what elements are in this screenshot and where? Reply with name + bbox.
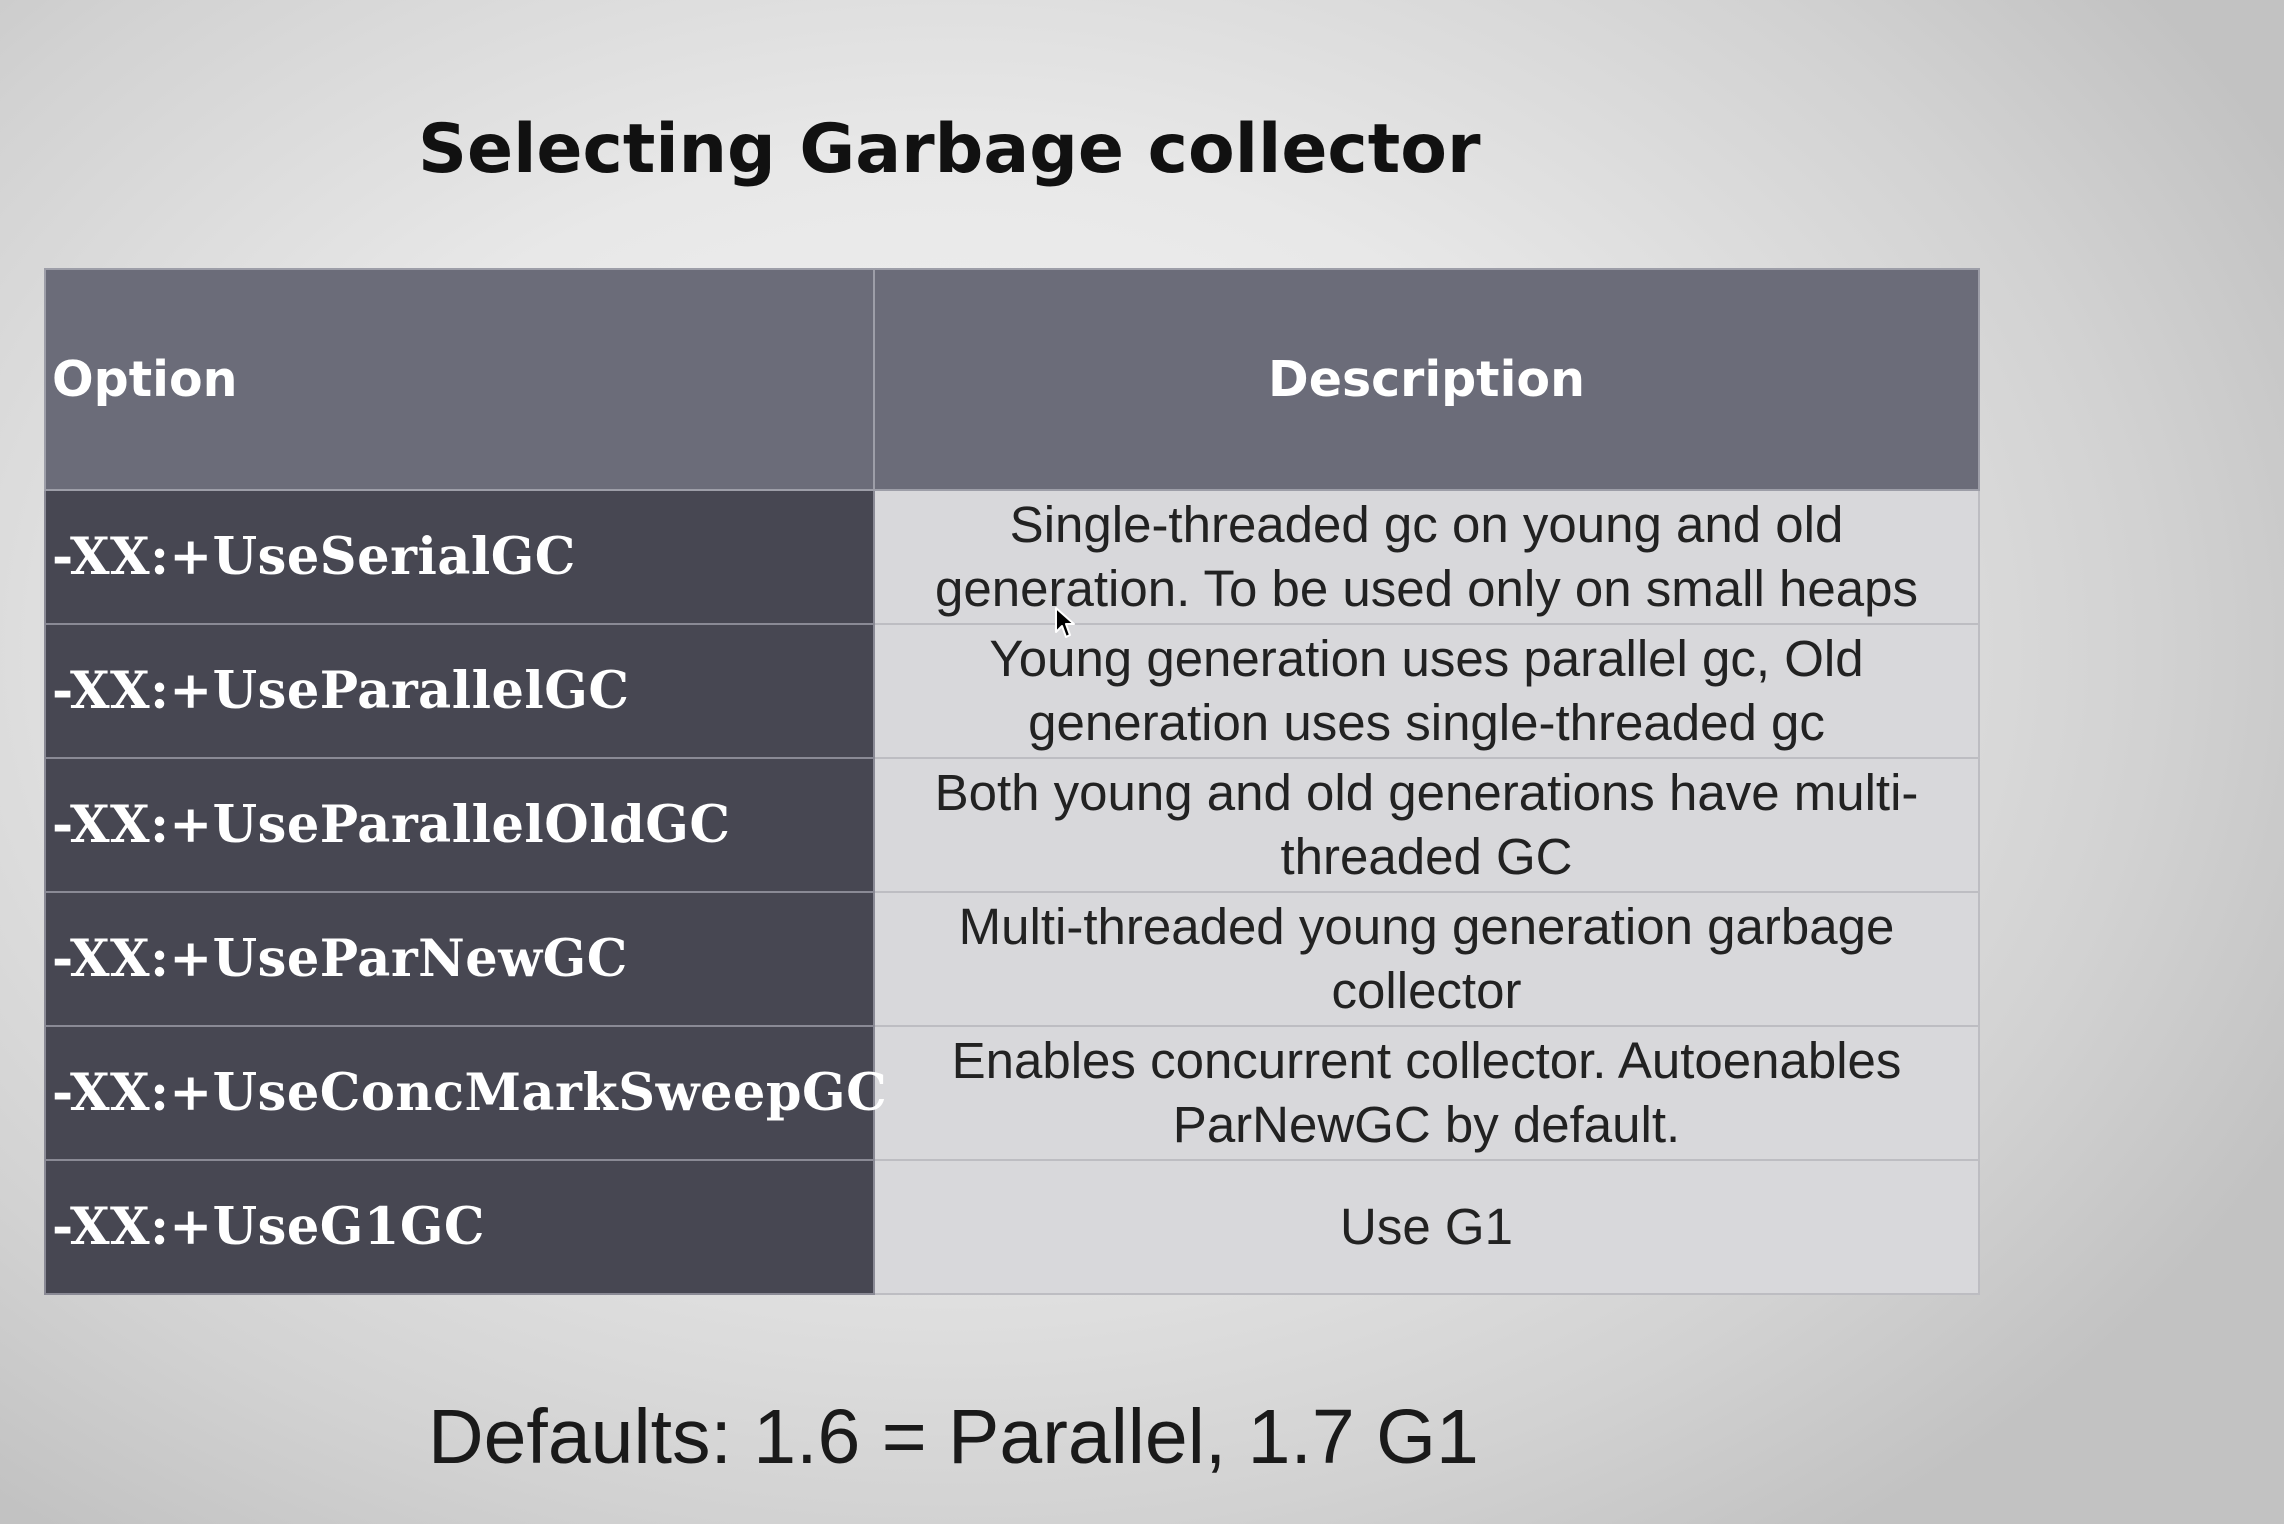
option-cell: -XX:+UseParallelOldGC bbox=[44, 757, 875, 893]
option-cell: -XX:+UseConcMarkSweepGC bbox=[44, 1025, 887, 1161]
mouse-pointer-icon bbox=[1055, 607, 1075, 638]
description-column-header: Description bbox=[873, 268, 1980, 491]
description-cell: Young generation uses parallel gc, Old g… bbox=[873, 623, 1980, 759]
description-cell: Both young and old generations have mult… bbox=[873, 757, 1980, 893]
description-cell: Multi-threaded young generation garbage … bbox=[873, 891, 1980, 1027]
table-row: -XX:+UseConcMarkSweepGC Enables concurre… bbox=[44, 1025, 1980, 1161]
option-cell: -XX:+UseG1GC bbox=[44, 1159, 875, 1295]
option-column-header: Option bbox=[44, 268, 875, 491]
option-cell: -XX:+UseParNewGC bbox=[44, 891, 875, 1027]
table-row: -XX:+UseParallelGC Young generation uses… bbox=[44, 623, 1980, 759]
gc-options-table: Option Description -XX:+UseSerialGC Sing… bbox=[44, 268, 1980, 1295]
defaults-note: Defaults: 1.6 = Parallel, 1.7 G1 bbox=[428, 1394, 1479, 1480]
description-cell: Use G1 bbox=[873, 1159, 1980, 1295]
table-row: -XX:+UseParNewGC Multi-threaded young ge… bbox=[44, 891, 1980, 1027]
slide-title: Selecting Garbage collector bbox=[418, 110, 1481, 189]
description-cell: Single-threaded gc on young and old gene… bbox=[873, 489, 1980, 625]
option-cell: -XX:+UseSerialGC bbox=[44, 489, 875, 625]
description-cell: Enables concurrent collector. Autoenable… bbox=[873, 1025, 1980, 1161]
table-header-row: Option Description bbox=[44, 268, 1980, 491]
option-cell: -XX:+UseParallelGC bbox=[44, 623, 875, 759]
table-row: -XX:+UseG1GC Use G1 bbox=[44, 1159, 1980, 1295]
table-row: -XX:+UseParallelOldGC Both young and old… bbox=[44, 757, 1980, 893]
table-row: -XX:+UseSerialGC Single-threaded gc on y… bbox=[44, 489, 1980, 625]
